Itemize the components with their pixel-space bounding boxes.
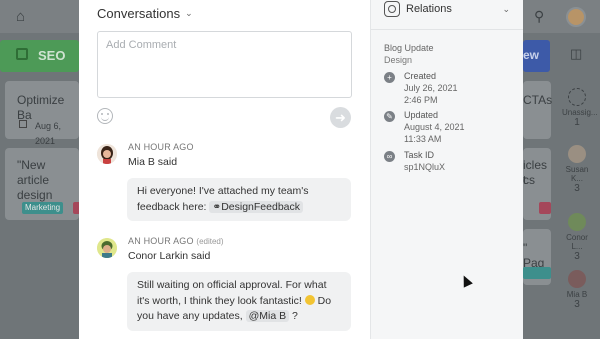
person-count: 3 bbox=[574, 299, 580, 310]
avatar bbox=[568, 213, 586, 231]
person-count: 3 bbox=[574, 183, 580, 194]
comment-item: AN HOUR AGO Mia B said Hi everyone! I've… bbox=[97, 142, 357, 224]
task-card: CTAs bbox=[523, 81, 553, 139]
comment-author-line: Mia B said bbox=[128, 156, 177, 168]
unassigned-icon bbox=[568, 88, 586, 106]
tag-red bbox=[539, 202, 551, 214]
person-name: Susan K... bbox=[565, 165, 589, 183]
tag-marketing bbox=[523, 267, 551, 279]
sidebar-person: Susan K... 3 bbox=[562, 145, 592, 194]
comment-bubble: Hi everyone! I've attached my team's fee… bbox=[127, 178, 351, 221]
pencil-icon: ✎ bbox=[384, 111, 395, 122]
avatar bbox=[97, 144, 117, 164]
comment-bubble: Still waiting on official approval. For … bbox=[127, 272, 351, 331]
info-value: July 26, 2021 bbox=[404, 83, 458, 93]
info-value: 11:33 AM bbox=[404, 134, 442, 144]
comment-action: said bbox=[157, 156, 178, 168]
info-value: 2:46 PM bbox=[404, 95, 438, 105]
person-name: Conor L... bbox=[566, 233, 588, 251]
column-title: SEO bbox=[38, 48, 66, 63]
comment-author[interactable]: Conor Larkin bbox=[128, 250, 188, 262]
info-value: August 4, 2021 bbox=[404, 122, 465, 132]
comment-timestamp: AN HOUR AGO bbox=[128, 236, 194, 246]
task-name: Blog Update bbox=[384, 43, 434, 53]
edited-label: (edited) bbox=[196, 237, 224, 246]
comment-input[interactable]: Add Comment bbox=[97, 31, 352, 98]
card-title: CTAs bbox=[523, 93, 553, 107]
send-button[interactable]: ➜ bbox=[330, 107, 351, 128]
user-avatar bbox=[566, 7, 586, 27]
search-icon: ⚲ bbox=[534, 8, 545, 24]
link-icon: ∞ bbox=[384, 151, 395, 162]
sidebar-person: Mia B 3 bbox=[562, 270, 592, 310]
relations-icon bbox=[384, 1, 400, 17]
link-icon: ⚭ bbox=[212, 200, 222, 213]
tag-marketing: Marketing bbox=[22, 202, 64, 214]
panel-toggle-icon: ◫ bbox=[570, 46, 583, 61]
comment-text: Still waiting on official approval. For … bbox=[137, 279, 327, 307]
person-name: Unassig... bbox=[562, 108, 598, 117]
card-title: "New article design bbox=[17, 158, 53, 202]
attachment-link[interactable]: ⚭DesignFeedback bbox=[209, 200, 303, 213]
task-id-info: ∞ Task ID sp1NQluX bbox=[384, 150, 514, 174]
sidebar-person: Conor L... 3 bbox=[562, 213, 592, 262]
conversations-title: Conversations bbox=[97, 6, 181, 21]
comment-author-line: Conor Larkin said bbox=[128, 250, 210, 262]
comment-meta: AN HOUR AGO (edited) bbox=[128, 236, 224, 246]
card-date: Aug 6, 2021 bbox=[35, 121, 62, 146]
info-label: Created bbox=[404, 71, 437, 81]
comment-timestamp: AN HOUR AGO bbox=[128, 142, 194, 152]
card-title: cs bbox=[523, 173, 535, 187]
comment-author[interactable]: Mia B bbox=[128, 156, 155, 168]
person-count: 1 bbox=[574, 117, 580, 128]
plus-circle-icon: + bbox=[384, 72, 395, 83]
relations-dropdown[interactable]: Relations ⌄ bbox=[371, 0, 523, 30]
user-mention[interactable]: @Mia B bbox=[245, 310, 290, 322]
avatar-mia-icon bbox=[97, 144, 117, 164]
column-header-new: ew bbox=[523, 40, 550, 72]
home-icon: ⌂ bbox=[16, 8, 26, 25]
chevron-down-icon: ⌄ bbox=[185, 8, 193, 18]
column-header-seo: SEO bbox=[0, 40, 79, 72]
task-card: icles t cs bbox=[523, 148, 551, 220]
person-name: Mia B bbox=[566, 290, 588, 299]
avatar bbox=[97, 238, 117, 258]
task-card: Optimize Ba Aug 6, 2021 bbox=[5, 81, 79, 146]
task-card: " Pag bbox=[523, 229, 551, 285]
updated-info: ✎ Updated August 4, 2021 11:33 AM bbox=[384, 110, 514, 144]
calendar-icon bbox=[19, 120, 27, 128]
conversations-dropdown[interactable]: Conversations ⌄ bbox=[97, 6, 193, 21]
avatar bbox=[568, 270, 586, 288]
info-label: Task ID bbox=[404, 150, 435, 160]
comment-action: said bbox=[191, 250, 211, 262]
sidebar-person: Unassig... 1 bbox=[562, 88, 598, 128]
created-info: + Created July 26, 2021 2:46 PM bbox=[384, 71, 514, 105]
comment-text: ? bbox=[292, 310, 298, 322]
avatar bbox=[568, 145, 586, 163]
board-icon bbox=[16, 48, 28, 60]
relations-title: Relations bbox=[406, 3, 452, 15]
task-id-value[interactable]: sp1NQluX bbox=[404, 162, 445, 172]
smile-emoji-icon bbox=[304, 294, 315, 305]
conversations-panel: Conversations ⌄ Add Comment ➜ AN HOUR AG… bbox=[79, 0, 371, 339]
emoji-icon[interactable] bbox=[97, 108, 113, 124]
relations-panel: Relations ⌄ Blog Update Design + Created… bbox=[371, 0, 523, 339]
comment-item: AN HOUR AGO (edited) Conor Larkin said S… bbox=[97, 236, 357, 338]
arrow-right-icon: ➜ bbox=[335, 110, 346, 125]
column-title: ew bbox=[523, 48, 540, 62]
chevron-down-icon: ⌄ bbox=[502, 4, 510, 14]
task-type: Design bbox=[384, 55, 413, 65]
avatar-conor-icon bbox=[97, 238, 117, 258]
info-label: Updated bbox=[404, 110, 439, 120]
person-count: 3 bbox=[574, 251, 580, 262]
attachment-link-label: DesignFeedback bbox=[221, 200, 300, 213]
task-card: "New article design Marketing bbox=[5, 148, 81, 220]
comment-placeholder: Add Comment bbox=[106, 39, 177, 51]
